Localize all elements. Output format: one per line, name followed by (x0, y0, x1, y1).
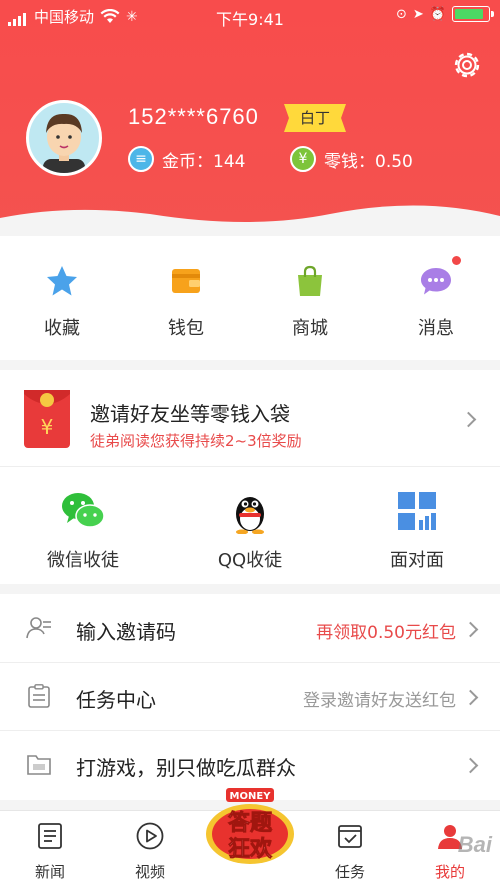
quiz-carnival-badge-icon: MONEY 答题 狂欢 (206, 788, 294, 864)
user-phone-number: 152****6760 (128, 104, 259, 129)
unread-dot (452, 256, 461, 265)
star-icon (47, 266, 77, 296)
ad-folder-icon (27, 755, 51, 775)
profile-header: 中国移动 ✳ 下午9:41 ⊙ ➤ ⏰ 152****6760 白丁 ≡ 金币：… (0, 0, 500, 232)
chevron-right-icon (462, 757, 479, 774)
quick-action-wallet[interactable]: 钱包 (136, 264, 236, 340)
change-balance[interactable]: ¥ 零钱：0.50 (290, 146, 413, 172)
share-label: 面对面 (390, 550, 444, 571)
menu-row-label: 任务中心 (76, 688, 156, 712)
qq-penguin-icon (236, 497, 264, 535)
svg-text:¥: ¥ (41, 415, 54, 439)
wallet-icon (172, 269, 200, 293)
video-play-icon (136, 822, 164, 850)
news-icon (38, 823, 62, 849)
change-label: 零钱：0.50 (324, 151, 413, 172)
tab-news[interactable]: 新闻 (10, 821, 90, 882)
alarm-icon: ⏰ (429, 6, 446, 22)
tab-label: 我的 (434, 863, 465, 881)
invite-face-to-face-button[interactable]: 面对面 (342, 488, 492, 572)
quick-action-label: 消息 (418, 318, 454, 339)
menu-row-task-center[interactable]: 任务中心 登录邀请好友送红包 (0, 662, 500, 731)
quick-action-label: 商城 (292, 318, 328, 339)
promo-line1: 答题 (228, 810, 273, 836)
battery-icon (452, 6, 494, 22)
invite-code-icon (26, 617, 51, 639)
chevron-right-icon (462, 621, 479, 638)
settings-gear-icon[interactable] (450, 48, 484, 82)
menu-list: 输入邀请码 再领取0.50元红包 任务中心 登录邀请好友送红包 打游戏，别只做吃… (0, 594, 500, 800)
share-label: QQ收徒 (217, 550, 283, 571)
quick-action-favorites[interactable]: 收藏 (12, 264, 112, 340)
coins-label: 金币：144 (162, 151, 246, 172)
quick-action-messages[interactable]: 消息 (386, 256, 486, 340)
coin-stack-icon: ≡ (128, 146, 154, 172)
coins-balance[interactable]: ≡ 金币：144 (128, 146, 245, 172)
share-label: 微信收徒 (47, 550, 119, 571)
shopping-bag-icon (298, 265, 322, 296)
tab-label: 新闻 (34, 863, 65, 881)
quick-action-label: 钱包 (168, 318, 204, 339)
chevron-right-icon (460, 411, 477, 428)
orientation-lock-icon: ⊙ (396, 6, 407, 22)
yen-icon: ¥ (290, 146, 316, 172)
chat-bubble-icon (421, 268, 451, 295)
menu-row-label: 输入邀请码 (76, 620, 176, 644)
tab-tasks[interactable]: 任务 (310, 821, 390, 882)
invite-qq-button[interactable]: QQ收徒 (175, 488, 325, 572)
invite-wechat-button[interactable]: 微信收徒 (8, 488, 158, 572)
watermark: Bai (457, 832, 492, 857)
avatar[interactable] (26, 100, 102, 176)
promo-line2: 狂欢 (228, 836, 273, 862)
menu-row-label: 打游戏，别只做吃瓜群众 (76, 756, 296, 780)
tab-label: 视频 (134, 863, 165, 881)
quick-action-mall[interactable]: 商城 (260, 264, 360, 340)
tab-video[interactable]: 视频 (110, 821, 190, 882)
invite-subtitle: 徒弟阅读您获得持续2~3倍奖励 (90, 432, 302, 450)
user-level-badge: 白丁 (284, 104, 346, 132)
quick-action-label: 收藏 (44, 318, 80, 339)
invite-card: ¥ 邀请好友坐等零钱入袋 徒弟阅读您获得持续2~3倍奖励 微信收徒 QQ收徒 面… (0, 370, 500, 584)
quiz-promo-button[interactable]: MONEY 答题 狂欢 (200, 786, 300, 870)
menu-row-value: 再领取0.50元红包 (316, 623, 456, 643)
task-clipboard-icon (28, 684, 50, 708)
invite-title: 邀请好友坐等零钱入袋 (90, 402, 290, 426)
promo-top-text: MONEY (230, 791, 272, 802)
invite-banner[interactable]: ¥ 邀请好友坐等零钱入袋 徒弟阅读您获得持续2~3倍奖励 (0, 370, 500, 467)
wechat-icon (62, 493, 105, 528)
task-icon (338, 825, 362, 848)
location-icon: ➤ (412, 6, 424, 22)
chevron-right-icon (462, 689, 479, 706)
tab-label: 任务 (334, 863, 365, 881)
quick-actions-card: 收藏 钱包 商城 消息 (0, 236, 500, 360)
header-wave (0, 205, 500, 232)
cartoon-boy-avatar-icon (43, 113, 85, 173)
status-bar: 中国移动 ✳ 下午9:41 ⊙ ➤ ⏰ (0, 0, 500, 32)
red-envelope-icon: ¥ (24, 390, 70, 448)
menu-row-invite-code[interactable]: 输入邀请码 再领取0.50元红包 (0, 594, 500, 663)
menu-row-value: 登录邀请好友送红包 (303, 691, 456, 711)
qr-code-icon (398, 492, 436, 530)
